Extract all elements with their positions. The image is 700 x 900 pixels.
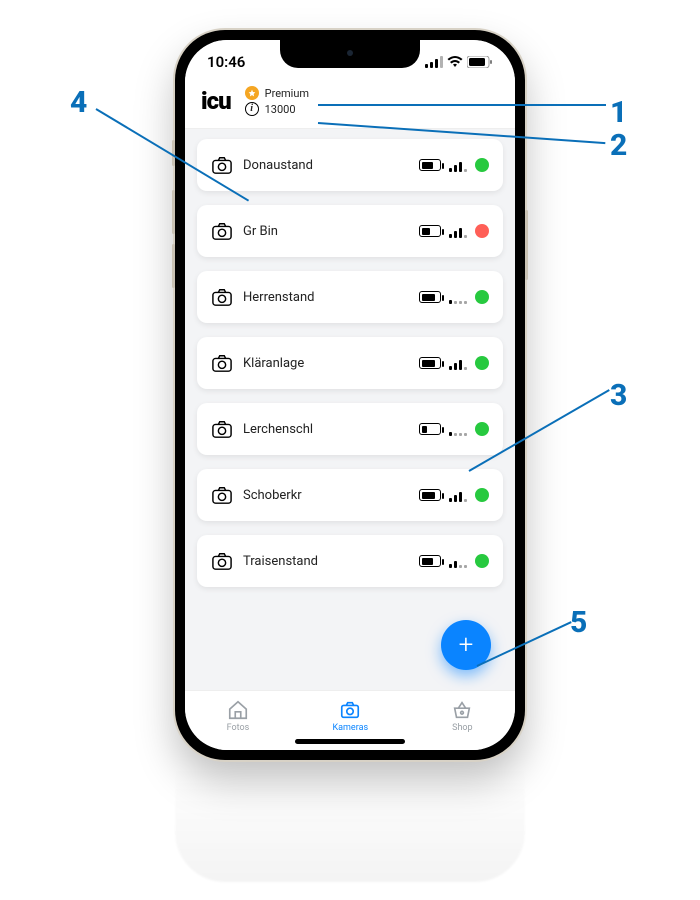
signal-icon [449,290,467,304]
camera-name: Gr Bin [243,224,278,239]
camera-icon [211,419,233,439]
camera-card[interactable]: Herrenstand [197,271,503,323]
camera-icon [211,551,233,571]
home-icon [227,699,249,721]
premium-row[interactable]: Premium [245,86,309,100]
camera-card[interactable]: Kläranlage [197,337,503,389]
status-time: 10:46 [207,53,245,71]
status-dot [475,488,489,502]
premium-label: Premium [265,87,309,100]
callout-2: 2 [610,128,627,163]
camera-list[interactable]: Donaustand Gr Bin Herrenstand Kläranlage… [185,129,515,681]
camera-card[interactable]: Donaustand [197,139,503,191]
signal-icon [449,158,467,172]
signal-icon [449,224,467,238]
callout-5: 5 [570,605,587,640]
star-icon [245,86,259,100]
battery-icon [419,225,441,237]
signal-icon [449,554,467,568]
battery-icon [419,357,441,369]
tab-kameras[interactable]: Kameras [333,699,369,733]
camera-icon [211,353,233,373]
app-logo: icu [201,87,231,115]
callout-4: 4 [70,85,87,120]
status-dot [475,158,489,172]
camera-card[interactable]: Lerchenschl [197,403,503,455]
camera-card[interactable]: Schoberkr [197,469,503,521]
camera-icon [211,485,233,505]
camera-icon [211,287,233,307]
tab-fotos-label: Fotos [227,723,250,733]
basket-icon [451,699,473,721]
phone-reflection [175,762,525,882]
status-dot [475,224,489,238]
home-indicator [295,739,405,744]
tab-shop-label: Shop [452,723,473,733]
battery-icon [419,423,441,435]
status-dot [475,422,489,436]
camera-name: Herrenstand [243,290,314,305]
signal-icon [449,422,467,436]
info-icon: i [245,102,259,116]
header-meta: Premium i 13000 [245,86,309,116]
camera-name: Schoberkr [243,488,302,503]
points-value: 13000 [265,103,296,116]
wifi-icon [447,56,463,68]
battery-icon [419,291,441,303]
camera-name: Traisenstand [243,554,318,569]
callout-1: 1 [610,95,627,130]
callout-line-1 [318,104,606,106]
camera-name: Lerchenschl [243,422,313,437]
battery-icon [419,555,441,567]
callout-3: 3 [610,378,627,413]
camera-name: Kläranlage [243,356,304,371]
battery-icon [419,159,441,171]
status-dot [475,290,489,304]
camera-card[interactable]: Gr Bin [197,205,503,257]
tab-kameras-label: Kameras [333,723,369,733]
cellular-icon [425,56,443,68]
points-row[interactable]: i 13000 [245,102,309,116]
tab-fotos[interactable]: Fotos [227,699,250,733]
battery-icon [419,489,441,501]
signal-icon [449,356,467,370]
tab-shop[interactable]: Shop [451,699,473,733]
camera-icon [211,155,233,175]
status-icons [425,56,493,68]
phone-screen: 10:46 icu Premium i 13000 [185,40,515,750]
camera-name: Donaustand [243,158,313,173]
phone-notch [280,40,420,68]
signal-icon [449,488,467,502]
phone-frame: 10:46 icu Premium i 13000 [175,30,525,760]
status-dot [475,554,489,568]
battery-status-icon [467,56,493,68]
plus-icon: + [459,632,474,658]
status-dot [475,356,489,370]
camera-icon [211,221,233,241]
camera-icon [339,699,361,721]
camera-card[interactable]: Traisenstand [197,535,503,587]
